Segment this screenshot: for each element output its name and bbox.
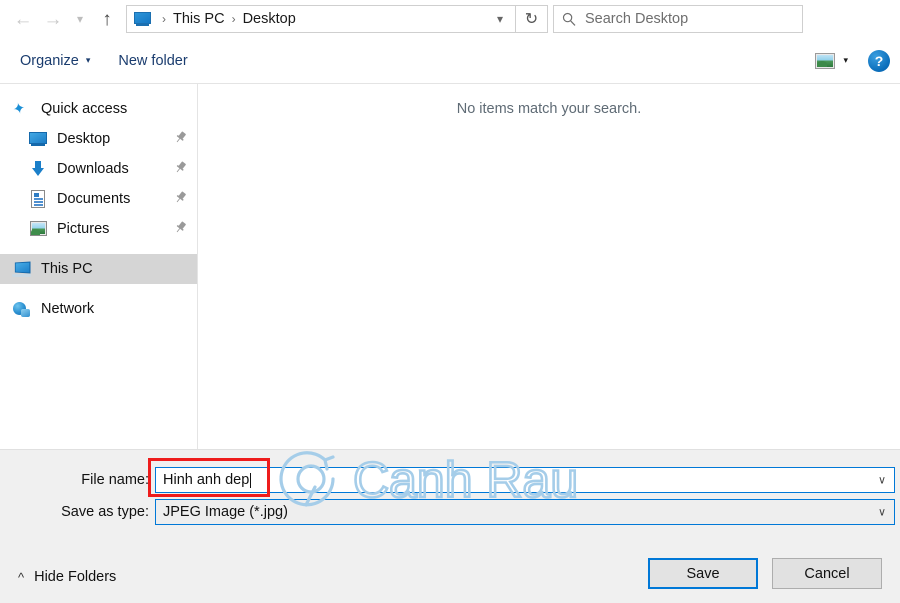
sidebar-item-label: Downloads [57,161,129,177]
breadcrumb-separator: › [231,12,236,26]
sidebar-item-desktop[interactable]: Desktop [0,124,197,154]
sidebar-item-label: Quick access [41,101,128,117]
file-name-input[interactable]: Hinh anh dep ∨ [155,467,895,493]
recent-locations-button[interactable]: ▾ [68,4,92,34]
help-icon: ? [874,52,884,69]
breadcrumb-this-pc[interactable]: This PC [172,11,226,27]
arrow-right-icon: → [43,8,63,30]
file-list-pane[interactable]: No items match your search. [198,84,900,449]
refresh-button[interactable]: ↻ [516,5,548,33]
chevron-down-icon[interactable]: ∨ [878,474,886,487]
hide-folders-label: Hide Folders [34,569,117,585]
search-input[interactable]: Search Desktop [585,11,688,27]
arrow-up-icon: ↑ [102,8,112,30]
sidebar-item-pictures[interactable]: Pictures [0,214,197,244]
navigation-pane: ✦ Quick access Desktop Downloads Documen… [0,84,198,449]
address-bar[interactable]: › This PC › Desktop ▾ [126,5,516,33]
network-icon [12,300,32,318]
new-folder-label: New folder [118,52,188,69]
file-name-label: File name: [81,472,149,488]
search-icon [562,12,576,26]
back-button[interactable]: ← [8,4,38,34]
cancel-button[interactable]: Cancel [772,558,882,589]
sidebar-item-label: This PC [41,261,93,277]
chevron-down-icon[interactable]: ∨ [878,506,886,519]
chevron-down-icon: ▾ [85,55,91,65]
sidebar-item-quick-access[interactable]: ✦ Quick access [0,94,197,124]
sidebar-item-documents[interactable]: Documents [0,184,197,214]
save-as-type-label: Save as type: [61,504,149,520]
sidebar-item-downloads[interactable]: Downloads [0,154,197,184]
address-dropdown-button[interactable]: ▾ [487,6,513,32]
help-button[interactable]: ? [868,49,890,72]
hide-folders-button[interactable]: ^ Hide Folders [18,569,116,585]
chevron-down-icon: ▾ [843,55,848,65]
this-pc-icon [134,11,151,27]
change-view-button[interactable]: ▾ [815,52,848,69]
organize-label: Organize [20,52,79,69]
save-button[interactable]: Save [648,558,758,589]
breadcrumb-desktop[interactable]: Desktop [242,11,297,27]
toolbar: Organize ▾ New folder ▾ ? [0,38,900,84]
refresh-icon: ↻ [524,11,539,28]
pin-icon[interactable] [174,221,187,237]
sidebar-item-label: Documents [57,191,131,207]
file-name-row: File name: Hinh anh dep ∨ [0,467,900,493]
download-arrow-icon [28,160,48,178]
picture-icon [28,220,48,238]
cancel-button-label: Cancel [804,565,850,582]
sidebar-item-this-pc[interactable]: This PC [0,254,197,284]
arrow-left-icon: ← [13,8,33,30]
dialog-body: ✦ Quick access Desktop Downloads Documen… [0,84,900,450]
picture-view-icon [815,52,836,69]
save-as-type-select[interactable]: JPEG Image (*.jpg) ∨ [155,499,895,525]
pin-icon[interactable] [174,191,187,207]
breadcrumb-separator: › [162,12,166,26]
save-as-type-row: Save as type: JPEG Image (*.jpg) ∨ [0,499,900,525]
star-icon: ✦ [11,99,28,119]
document-icon [28,190,48,208]
sidebar-item-network[interactable]: Network [0,294,197,324]
sidebar-item-label: Network [41,301,95,317]
file-name-value: Hinh anh dep [163,472,250,488]
text-cursor [250,472,252,488]
search-box[interactable]: Search Desktop [553,5,803,33]
navigation-bar: ← → ▾ ↑ › This PC › Desktop ▾ ↻ Search D… [0,0,900,38]
save-as-dialog: ← → ▾ ↑ › This PC › Desktop ▾ ↻ Search D… [0,0,900,603]
empty-state-message: No items match your search. [456,101,642,117]
sidebar-item-label: Pictures [57,221,110,237]
chevron-up-icon: ^ [18,569,25,585]
monitor-icon [28,130,48,148]
sidebar-item-label: Desktop [57,131,111,147]
chevron-down-icon: ▾ [76,12,84,26]
dialog-footer: File name: Hinh anh dep ∨ Save as type: … [0,450,900,603]
organize-button[interactable]: Organize ▾ [20,53,90,69]
dialog-buttons: Save Cancel [648,558,882,589]
save-button-label: Save [686,565,720,582]
save-as-type-value: JPEG Image (*.jpg) [163,504,288,520]
pin-icon[interactable] [174,161,187,177]
new-folder-button[interactable]: New folder [118,53,187,69]
pin-icon[interactable] [174,131,187,147]
this-pc-icon [12,260,32,278]
up-button[interactable]: ↑ [92,4,122,34]
forward-button[interactable]: → [38,4,68,34]
